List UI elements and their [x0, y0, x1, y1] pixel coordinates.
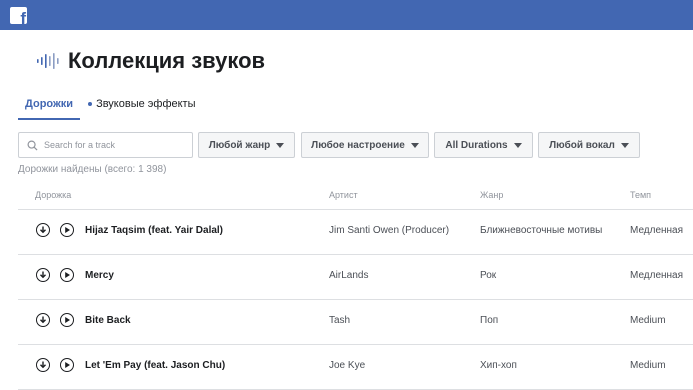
track-tempo: Medium — [630, 315, 666, 326]
download-icon[interactable] — [36, 313, 50, 327]
track-title[interactable]: Mercy — [85, 270, 114, 281]
tab-tracks-label: Дорожки — [25, 98, 74, 110]
top-bar: f — [0, 0, 693, 30]
search-input[interactable] — [44, 140, 174, 150]
track-tempo: Медленная — [630, 225, 684, 236]
search-icon — [27, 140, 38, 151]
sound-wave-icon — [37, 53, 59, 69]
track-title[interactable]: Bite Back — [85, 315, 131, 326]
column-header-genre[interactable]: Жанр — [480, 190, 503, 200]
track-tempo: Медленная — [630, 270, 684, 281]
track-genre: Ближневосточные мотивы — [480, 225, 603, 236]
track-tempo: Medium — [630, 360, 666, 371]
page-header: Коллекция звуков — [36, 44, 265, 78]
table-row[interactable]: Bite Back Tash Поп Medium — [18, 300, 693, 345]
table-row[interactable]: Let 'Em Pay (feat. Jason Chu) Joe Kye Хи… — [18, 345, 693, 390]
caret-down-icon — [620, 142, 629, 148]
tab-sound-effects[interactable]: Звуковые эффекты — [80, 90, 203, 118]
track-genre: Рок — [480, 270, 497, 281]
search-box — [18, 132, 193, 158]
results-count: Дорожки найдены (всего: 1 398) — [18, 164, 167, 175]
track-artist: Tash — [329, 315, 351, 326]
download-icon[interactable] — [36, 268, 50, 282]
download-icon[interactable] — [36, 358, 50, 372]
column-header-artist[interactable]: Артист — [329, 190, 358, 200]
mood-filter-label: Любое настроение — [311, 139, 405, 151]
page-title: Коллекция звуков — [68, 48, 266, 73]
vocal-filter-label: Любой вокал — [549, 139, 615, 151]
tracks-table: Дорожка Артист Жанр Темп Hijaz Taqsim (f… — [18, 182, 693, 390]
play-icon[interactable] — [60, 358, 74, 372]
caret-down-icon — [410, 142, 419, 148]
play-icon[interactable] — [60, 313, 74, 327]
track-artist: Joe Kye — [329, 360, 366, 371]
genre-filter-button[interactable]: Любой жанр — [198, 132, 295, 158]
vocal-filter-button[interactable]: Любой вокал — [538, 132, 640, 158]
track-artist: AirLands — [329, 270, 369, 281]
track-title[interactable]: Hijaz Taqsim (feat. Yair Dalal) — [85, 225, 223, 236]
duration-filter-label: All Durations — [445, 139, 508, 151]
track-title[interactable]: Let 'Em Pay (feat. Jason Chu) — [85, 360, 225, 371]
track-genre: Поп — [480, 315, 499, 326]
column-header-track[interactable]: Дорожка — [35, 190, 71, 200]
download-icon[interactable] — [36, 223, 50, 237]
table-row[interactable]: Hijaz Taqsim (feat. Yair Dalal) Jim Sant… — [18, 210, 693, 255]
facebook-logo[interactable]: f — [10, 7, 27, 24]
tab-bar: Дорожки Звуковые эффекты — [18, 90, 204, 120]
duration-filter-button[interactable]: All Durations — [434, 132, 533, 158]
play-icon[interactable] — [60, 268, 74, 282]
column-header-tempo[interactable]: Темп — [630, 190, 651, 200]
table-row[interactable]: Mercy AirLands Рок Медленная — [18, 255, 693, 300]
table-header: Дорожка Артист Жанр Темп — [18, 182, 693, 210]
caret-down-icon — [513, 142, 522, 148]
track-artist: Jim Santi Owen (Producer) — [329, 225, 450, 236]
facebook-logo-letter: f — [20, 9, 26, 24]
track-genre: Хип-хоп — [480, 360, 517, 371]
caret-down-icon — [276, 142, 285, 148]
genre-filter-label: Любой жанр — [208, 139, 271, 151]
new-indicator-dot — [88, 102, 93, 106]
tab-tracks[interactable]: Дорожки — [18, 90, 81, 120]
tab-sound-effects-label: Звуковые эффекты — [96, 98, 196, 110]
mood-filter-button[interactable]: Любое настроение — [301, 132, 429, 158]
play-icon[interactable] — [60, 223, 74, 237]
